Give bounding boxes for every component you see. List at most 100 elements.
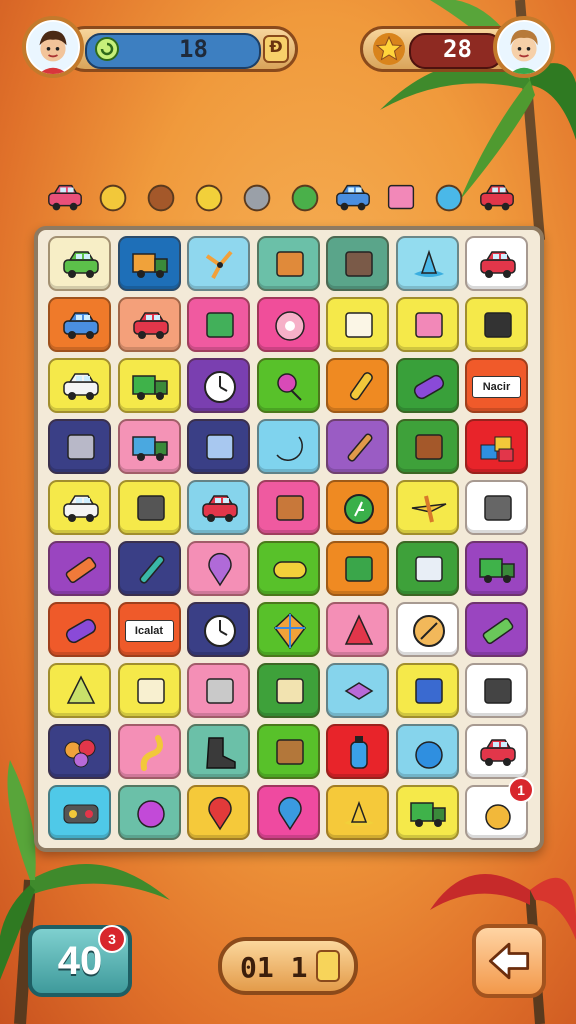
red-car-icon (480, 739, 516, 766)
tile-blue-hat[interactable] (395, 236, 459, 291)
tile-microphone[interactable] (326, 358, 389, 413)
move-counter[interactable]: 01 1 (218, 937, 358, 995)
tile-green-car[interactable] (48, 236, 111, 291)
red-car-icon (202, 495, 238, 522)
tile-kite[interactable] (256, 602, 320, 657)
tile-orange-bar[interactable] (48, 541, 111, 596)
blue-car-icon (330, 178, 380, 220)
tile-green-camera[interactable] (187, 297, 250, 352)
tile-label-tag[interactable]: Icalat (117, 602, 181, 657)
tile-blue-book[interactable] (395, 663, 459, 718)
tile-striped-panel[interactable] (326, 236, 389, 291)
tile-white-paper[interactable] (326, 297, 389, 352)
tile-traffic-light[interactable] (48, 785, 111, 840)
tile-red-car[interactable] (117, 297, 181, 352)
tile-toy-blocks[interactable] (465, 419, 528, 474)
tile-orange-tray[interactable] (256, 236, 320, 291)
tile-yellow-hook[interactable] (117, 724, 181, 779)
white-car-icon (63, 373, 99, 400)
tile-blue-pin[interactable] (256, 785, 320, 840)
blue-pin-icon (277, 796, 302, 831)
pink-pin-icon (276, 373, 302, 401)
tile-wind-spinner[interactable] (187, 236, 250, 291)
red-pin-icon (208, 796, 232, 831)
tile-briefcase[interactable] (256, 724, 320, 779)
tile-grey-cube[interactable] (187, 663, 250, 718)
tile-blue-ball[interactable] (395, 724, 459, 779)
tile-compass[interactable] (395, 602, 459, 657)
wind-spinner-icon (205, 250, 233, 279)
tile-wind-bird[interactable] (326, 663, 389, 718)
tile-stick-candy[interactable] (465, 602, 528, 657)
tile-balloons[interactable] (48, 724, 111, 779)
dark-boot-icon (206, 737, 236, 769)
tile-melon-slice[interactable] (48, 663, 111, 718)
blue-car-icon (63, 312, 99, 339)
tile-label-tag[interactable]: Nacir (465, 358, 528, 413)
tile-yellow-moon[interactable] (256, 419, 320, 474)
tile-green-coin[interactable] (326, 480, 389, 535)
tile-black-radio[interactable] (465, 663, 528, 718)
tile-red-car[interactable] (187, 480, 250, 535)
tile-pink-tape[interactable] (256, 297, 320, 352)
tile-blue-bottle[interactable] (326, 724, 389, 779)
coin-icon: Đ (263, 35, 289, 63)
tile-toy-plane[interactable] (395, 480, 459, 535)
tile-rainbow-tube[interactable] (48, 602, 111, 657)
tile-basket[interactable] (256, 480, 320, 535)
tile-green-truck[interactable] (395, 785, 459, 840)
tile-yellow-roll[interactable] (256, 541, 320, 596)
tile-purple-pin[interactable] (187, 541, 250, 596)
avatar-right[interactable] (493, 16, 555, 78)
melon-slice-icon (66, 675, 96, 704)
score-button[interactable]: 40 3 (28, 925, 132, 997)
tile-label: Nacir (472, 376, 521, 398)
tile-note-pad[interactable] (256, 663, 320, 718)
player-score-bar-left: 18 Đ (62, 26, 298, 72)
tile-rainbow-tube[interactable] (395, 358, 459, 413)
tile-speaker[interactable] (117, 480, 181, 535)
avatar-left[interactable] (22, 16, 84, 78)
tile-grey-box[interactable] (48, 419, 111, 474)
tile-yellow-hat[interactable] (326, 785, 389, 840)
tile-orange-van[interactable] (117, 236, 181, 291)
yellow-hat-icon (344, 800, 374, 826)
tile-brown-frame[interactable] (395, 419, 459, 474)
tile-blue-car[interactable] (48, 297, 111, 352)
red-car-icon (132, 312, 169, 339)
back-button[interactable] (472, 924, 546, 998)
tile-yellow-fruit[interactable]: 1 (465, 777, 534, 840)
tile-dark-radio[interactable] (465, 297, 528, 352)
tile-pink-pin[interactable] (256, 358, 320, 413)
tile-striped-box[interactable] (117, 663, 181, 718)
striped-panel-icon (345, 251, 373, 277)
tile-clock-dial[interactable] (187, 358, 250, 413)
tile-white-car[interactable] (48, 480, 111, 535)
tile-label: Icalat (124, 620, 174, 642)
tile-pyramid-toy[interactable] (326, 602, 389, 657)
refresh-icon[interactable] (95, 37, 119, 61)
tile-dark-boot[interactable] (187, 724, 250, 779)
collection-strip (42, 178, 534, 220)
tile-dice[interactable] (465, 480, 528, 535)
tile-blue-box[interactable] (187, 419, 250, 474)
tile-green-truck[interactable] (117, 358, 181, 413)
tile-green-truck[interactable] (465, 541, 528, 596)
tile-white-machine[interactable] (395, 541, 459, 596)
tile-red-pin[interactable] (187, 785, 250, 840)
tile-red-car[interactable] (465, 724, 528, 779)
tile-red-car[interactable] (465, 236, 528, 291)
coin-icon (316, 950, 340, 982)
blue-book-icon (414, 678, 443, 704)
basket-icon (275, 495, 304, 521)
tile-purple-ball[interactable] (117, 785, 181, 840)
tile-pink-box[interactable] (395, 297, 459, 352)
tile-green-box[interactable] (326, 541, 389, 596)
tile-brush[interactable] (326, 419, 389, 474)
tile-blue-truck[interactable] (117, 419, 181, 474)
tile-pen[interactable] (117, 541, 181, 596)
pink-box-icon (414, 312, 443, 338)
pink-tape-icon (274, 311, 305, 341)
tile-white-car[interactable] (48, 358, 111, 413)
tile-clock-dial[interactable] (187, 602, 250, 657)
